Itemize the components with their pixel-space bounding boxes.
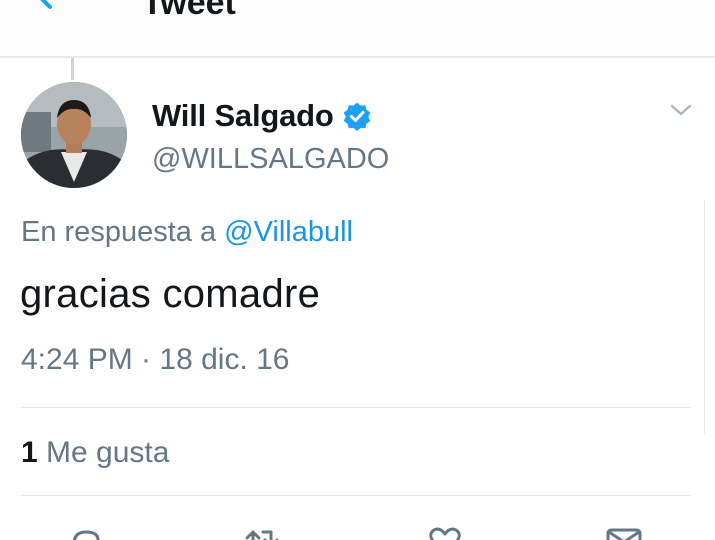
- back-arrow-icon[interactable]: [30, 0, 80, 20]
- thread-connector: [71, 58, 74, 80]
- divider: [21, 407, 691, 408]
- display-name[interactable]: Will Salgado: [152, 98, 334, 134]
- author-name-row[interactable]: Will Salgado: [152, 96, 372, 136]
- reply-to-mention[interactable]: @Villabull: [224, 216, 353, 248]
- page-title: Tweet: [142, 0, 236, 22]
- reply-context: En respuesta a @Villabull: [21, 216, 353, 249]
- heart-icon[interactable]: [425, 524, 465, 540]
- divider: [21, 495, 691, 496]
- top-bar: Tweet: [0, 0, 715, 58]
- action-bar: [0, 510, 715, 540]
- verified-badge-icon: [343, 102, 370, 131]
- avatar[interactable]: [21, 82, 127, 188]
- avatar-photo: [21, 82, 127, 188]
- tweet-timestamp[interactable]: 4:24 PM · 18 dic. 16: [21, 343, 289, 377]
- tweet-text: gracias comadre: [20, 272, 321, 316]
- envelope-icon[interactable]: [604, 524, 644, 540]
- reply-to-prefix: En respuesta a: [21, 216, 217, 248]
- author-handle[interactable]: @WILLSALGADO: [152, 143, 389, 176]
- likes-label: Me gusta: [46, 436, 170, 469]
- likes-stat[interactable]: 1 Me gusta: [21, 436, 169, 470]
- likes-count: 1: [21, 436, 38, 469]
- scroll-edge: [704, 200, 715, 435]
- retweet-icon[interactable]: [241, 524, 281, 540]
- chevron-down-icon[interactable]: [668, 100, 694, 120]
- reply-icon[interactable]: [66, 524, 106, 540]
- tweet-detail-screen: Tweet Will Salgado @WILLSALGADO En respu…: [0, 0, 715, 540]
